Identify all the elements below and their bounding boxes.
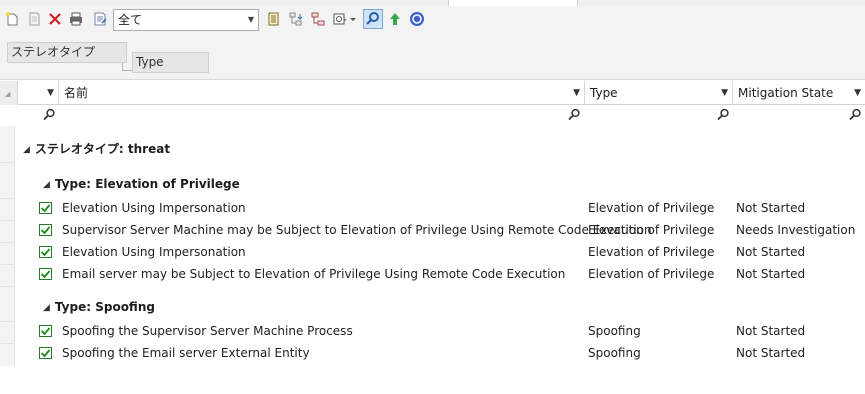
hierarchy-icon[interactable] xyxy=(310,11,326,27)
collapse-triangle-icon[interactable]: ◢ xyxy=(23,141,30,159)
row-name: Email server may be Subject to Elevation… xyxy=(62,267,566,281)
gutter-divider xyxy=(0,198,15,199)
table-row[interactable]: Spoofing the Supervisor Server Machine P… xyxy=(36,321,865,341)
group-chip-type[interactable]: Type xyxy=(132,52,209,73)
column-settings-icon[interactable] xyxy=(265,11,281,27)
row-mitigation: Not Started xyxy=(736,346,806,360)
table-row[interactable]: Email server may be Subject to Elevation… xyxy=(36,264,865,284)
chevron-down-icon[interactable]: ▼ xyxy=(854,81,861,105)
help-icon[interactable] xyxy=(409,11,425,27)
table-row[interactable]: Supervisor Server Machine may be Subject… xyxy=(36,220,865,240)
row-name: Spoofing the Email server External Entit… xyxy=(62,346,310,360)
gutter-divider xyxy=(0,321,15,322)
row-mitigation: Not Started xyxy=(736,201,806,215)
column-header-name-label: 名前 xyxy=(64,86,89,100)
collapse-triangle-icon[interactable]: ◢ xyxy=(43,176,50,194)
row-type: Elevation of Privilege xyxy=(588,267,715,281)
sort-tree-icon[interactable] xyxy=(288,11,304,27)
row-gutter xyxy=(0,126,15,366)
checkbox-checked-icon[interactable] xyxy=(39,202,52,214)
checkbox-checked-icon[interactable] xyxy=(39,224,52,236)
group-chip-connector xyxy=(122,63,132,71)
options-chevron-icon[interactable] xyxy=(348,11,358,27)
row-mitigation: Needs Investigation xyxy=(736,223,856,237)
row-type: Elevation of Privilege xyxy=(588,223,715,237)
row-mitigation: Not Started xyxy=(736,267,806,281)
gutter-divider xyxy=(0,286,15,287)
table-row[interactable]: Elevation Using Impersonation Elevation … xyxy=(36,242,865,262)
properties-icon[interactable] xyxy=(92,11,108,27)
group-label: Type: Spoofing xyxy=(54,300,155,314)
row-name: Spoofing the Supervisor Server Machine P… xyxy=(62,324,353,338)
chevron-down-icon[interactable]: ▼ xyxy=(573,81,580,105)
row-type: Elevation of Privilege xyxy=(588,245,715,259)
row-type: Elevation of Privilege xyxy=(588,201,715,215)
chevron-down-icon: ▼ xyxy=(247,15,254,24)
group-header-elevation[interactable]: ◢ Type: Elevation of Privilege xyxy=(43,175,240,193)
corner-triangle-icon: ◢ xyxy=(5,90,11,98)
row-type: Spoofing xyxy=(588,324,641,338)
filter-search-icon[interactable] xyxy=(848,108,862,122)
search-icon[interactable] xyxy=(363,9,383,29)
filter-dropdown[interactable]: 全て ▼ xyxy=(113,9,259,31)
gutter-divider xyxy=(0,343,15,344)
group-header-spoofing[interactable]: ◢ Type: Spoofing xyxy=(43,298,155,316)
print-icon[interactable] xyxy=(68,11,84,27)
collapse-triangle-icon[interactable]: ◢ xyxy=(43,299,50,317)
checkbox-checked-icon[interactable] xyxy=(39,246,52,258)
column-header-name[interactable]: 名前 ▼ xyxy=(59,81,585,105)
chevron-down-icon[interactable]: ▼ xyxy=(47,81,54,105)
table-row[interactable]: Elevation Using Impersonation Elevation … xyxy=(36,198,865,218)
column-header: ◢ ▼ 名前 ▼ Type ▼ Mitigation State ▼ xyxy=(0,81,865,105)
checkbox-checked-icon[interactable] xyxy=(39,347,52,359)
column-header-type-label: Type xyxy=(590,86,618,100)
chevron-down-icon[interactable]: ▼ xyxy=(721,81,728,105)
gutter-divider xyxy=(0,264,15,265)
checkbox-checked-icon[interactable] xyxy=(39,268,52,280)
filter-search-icon[interactable] xyxy=(567,108,581,122)
group-by-bar: ステレオタイプ Type xyxy=(0,34,865,80)
row-mitigation: Not Started xyxy=(736,324,806,338)
group-chip-stereotype[interactable]: ステレオタイプ xyxy=(7,42,127,63)
row-name: Elevation Using Impersonation xyxy=(62,201,246,215)
column-header-selector[interactable]: ▼ xyxy=(18,81,59,105)
row-mitigation: Not Started xyxy=(736,245,806,259)
gutter-divider xyxy=(0,242,15,243)
filter-value: 全て xyxy=(118,13,143,27)
gutter-divider xyxy=(0,162,15,163)
filter-search-icon[interactable] xyxy=(42,108,56,122)
row-name: Supervisor Server Machine may be Subject… xyxy=(62,223,652,237)
options-icon[interactable] xyxy=(332,11,348,27)
table-row[interactable]: Spoofing the Email server External Entit… xyxy=(36,343,865,363)
up-arrow-icon[interactable] xyxy=(387,11,403,27)
column-filter-row xyxy=(0,106,865,126)
delete-icon[interactable] xyxy=(47,11,63,27)
toolbar: 全て ▼ xyxy=(0,6,865,34)
column-header-mitigation-label: Mitigation State xyxy=(738,86,834,100)
column-header-mitigation[interactable]: Mitigation State ▼ xyxy=(733,81,865,105)
checkbox-checked-icon[interactable] xyxy=(39,325,52,337)
row-name: Elevation Using Impersonation xyxy=(62,245,246,259)
new-element-icon[interactable] xyxy=(4,11,20,27)
header-corner[interactable]: ◢ xyxy=(0,81,18,105)
gutter-divider xyxy=(0,220,15,221)
column-header-type[interactable]: Type ▼ xyxy=(585,81,733,105)
row-type: Spoofing xyxy=(588,346,641,360)
group-label: Type: Elevation of Privilege xyxy=(54,177,240,191)
copy-icon[interactable] xyxy=(26,11,42,27)
group-header-stereotype[interactable]: ◢ ステレオタイプ: threat xyxy=(23,140,170,158)
group-label: ステレオタイプ: threat xyxy=(34,142,171,156)
filter-search-icon[interactable] xyxy=(716,108,730,122)
